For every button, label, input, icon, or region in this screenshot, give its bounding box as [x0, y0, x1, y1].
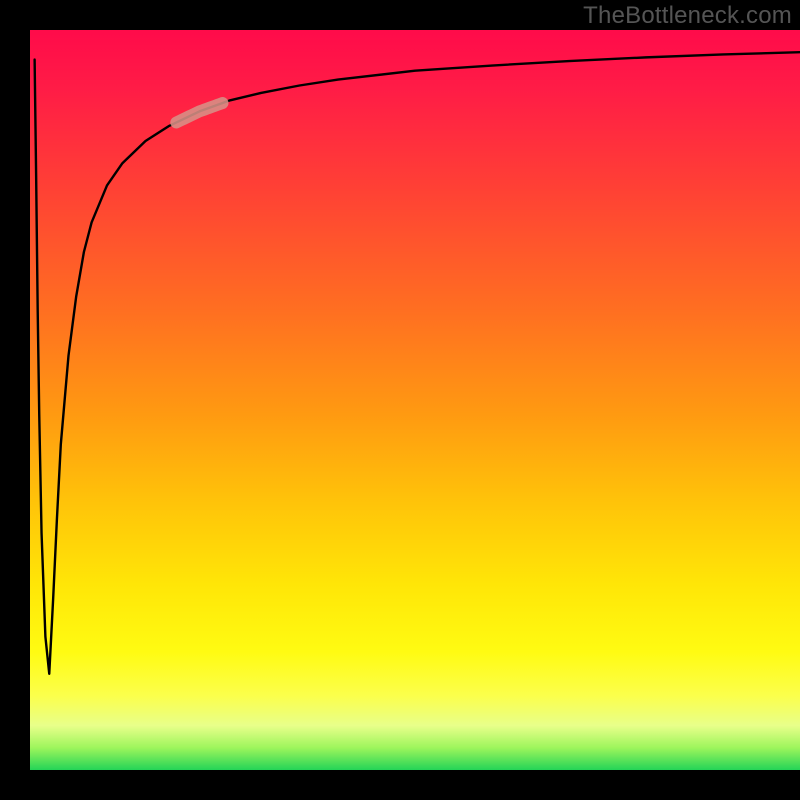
chart-frame: TheBottleneck.com	[0, 0, 800, 800]
bottleneck-curve	[35, 52, 800, 674]
attribution-text: TheBottleneck.com	[583, 4, 792, 28]
curve-layer	[30, 30, 800, 770]
plot-area	[30, 30, 800, 770]
curve-main	[35, 52, 800, 674]
curve-highlight	[176, 103, 222, 122]
